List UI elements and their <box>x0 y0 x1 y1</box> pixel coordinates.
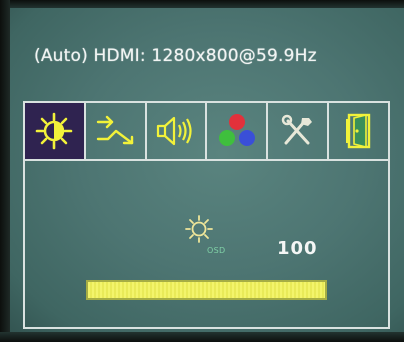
brightness-slider-fill <box>88 282 325 298</box>
brightness-panel <box>23 161 390 329</box>
tab-audio[interactable] <box>147 103 208 159</box>
brightness-sub-label: OSD <box>207 246 226 255</box>
tab-exit[interactable] <box>329 103 388 159</box>
exit-door-icon <box>345 113 370 149</box>
signal-input-icon <box>97 115 134 145</box>
input-signal-info: (Auto) HDMI: 1280x800@59.9Hz <box>34 46 317 66</box>
tab-brightness[interactable] <box>25 103 86 159</box>
brightness-slider[interactable] <box>86 280 327 300</box>
tab-settings-tools[interactable] <box>268 103 330 159</box>
sun-icon <box>185 215 213 243</box>
tab-input-signal[interactable] <box>86 103 147 159</box>
speaker-icon <box>156 116 192 146</box>
brightness-value: 100 <box>277 238 318 259</box>
brightness-icon <box>36 112 73 150</box>
input-signal-text: (Auto) HDMI: 1280x800@59.9Hz <box>34 46 317 66</box>
tools-icon <box>281 114 312 145</box>
osd-tab-bar <box>23 101 390 161</box>
bezel-left <box>0 0 10 342</box>
tab-color[interactable] <box>207 103 269 159</box>
color-dots-icon <box>218 114 255 146</box>
bezel-top <box>0 0 404 8</box>
bezel-bottom <box>0 332 404 342</box>
